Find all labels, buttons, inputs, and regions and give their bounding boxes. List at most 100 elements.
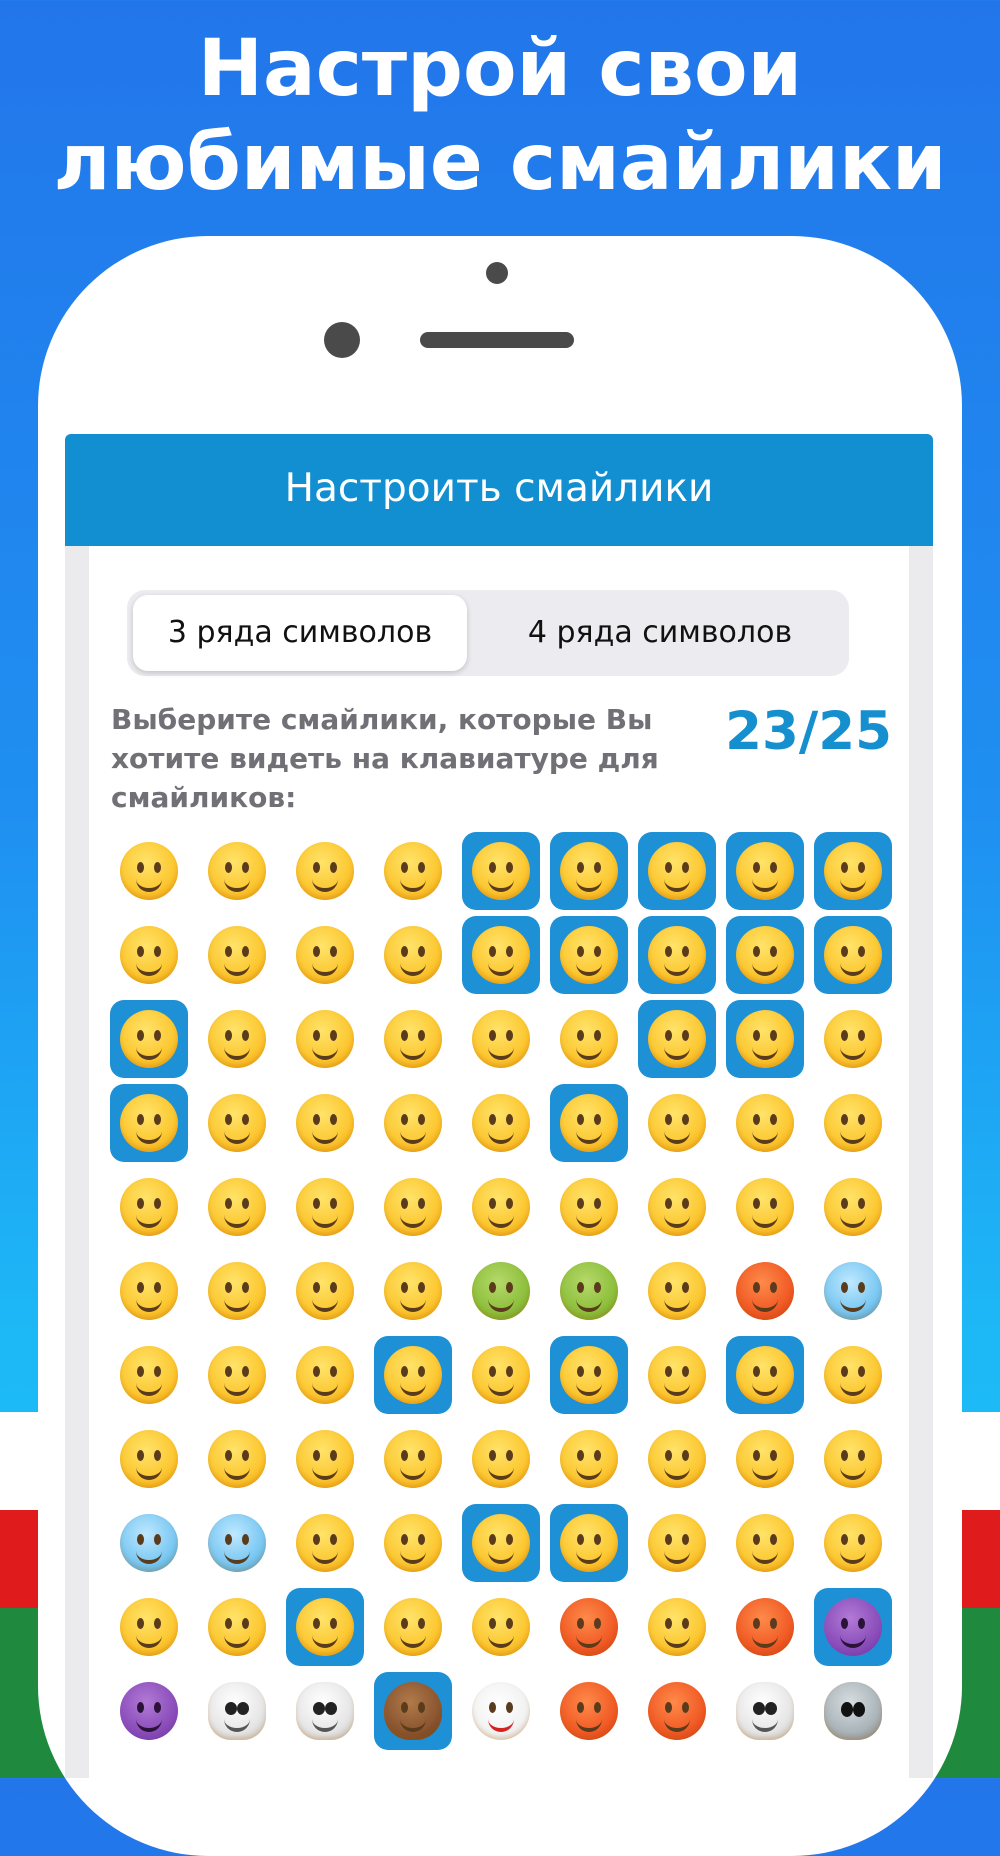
emoji-cell-zipper-mouth-face[interactable] <box>462 1084 540 1162</box>
emoji-cell-persevering-face[interactable] <box>726 1504 804 1582</box>
emoji-cell-face-blowing-kiss[interactable] <box>726 916 804 994</box>
emoji-cell-woozy-face[interactable] <box>110 1336 188 1414</box>
emoji-cell-smirking-face[interactable] <box>110 1168 188 1246</box>
emoji-cell-face-open-mouth[interactable] <box>286 1420 364 1498</box>
emoji-cell-face-thermometer[interactable] <box>286 1252 364 1330</box>
emoji-cell-frowning-face-open-mouth[interactable] <box>726 1420 804 1498</box>
emoji-cell-sneezing-face[interactable] <box>638 1252 716 1330</box>
emoji-cell-grinning-face[interactable] <box>110 832 188 910</box>
emoji-cell-angry-face-horns[interactable] <box>110 1672 188 1750</box>
emoji-cell-nauseated-face[interactable] <box>462 1252 540 1330</box>
emoji-cell-smiling-face-hearts[interactable] <box>462 916 540 994</box>
emoji-cell-slightly-smiling-face[interactable] <box>814 832 892 910</box>
emoji-cell-neutral-face[interactable] <box>638 1084 716 1162</box>
emoji-cell-beaming-face[interactable] <box>374 832 452 910</box>
emoji-cell-goblin[interactable] <box>638 1672 716 1750</box>
emoji-cell-face-monocle[interactable] <box>726 1336 804 1414</box>
emoji-cell-star-struck[interactable] <box>638 916 716 994</box>
emoji-cell-disappointed-face[interactable] <box>814 1504 892 1582</box>
emoji-cell-ogre[interactable] <box>550 1672 628 1750</box>
emoji-cell-slightly-frowning-face[interactable] <box>198 1420 276 1498</box>
emoji-cell-shushing-face[interactable] <box>286 1084 364 1162</box>
emoji-cell-kissing-face[interactable] <box>814 916 892 994</box>
emoji-cell-unamused-face[interactable] <box>198 1168 276 1246</box>
emoji-cell-partying-face[interactable] <box>462 1336 540 1414</box>
emoji-cell-cowboy-hat-face[interactable] <box>374 1336 452 1414</box>
emoji-cell-face-with-tongue[interactable] <box>462 1000 540 1078</box>
emoji-cell-face-screaming-in-fear[interactable] <box>550 1504 628 1582</box>
emoji-cell-pouting-face[interactable] <box>550 1588 628 1666</box>
emoji-cell-thinking-face[interactable] <box>374 1084 452 1162</box>
emoji-cell-face-steam-from-nose[interactable] <box>462 1588 540 1666</box>
emoji-cell-sleeping-face[interactable] <box>110 1252 188 1330</box>
emoji-cell-anxious-face-sweat[interactable] <box>198 1504 276 1582</box>
emoji-cell-grinning-face-sweat[interactable] <box>550 832 628 910</box>
emoji-cell-crying-face[interactable] <box>374 1504 452 1582</box>
emoji-cell-smiling-face-sunglasses[interactable] <box>550 1336 628 1414</box>
emoji-cell-face-raised-eyebrow[interactable] <box>550 1084 628 1162</box>
emoji-cell-confused-face[interactable] <box>814 1336 892 1414</box>
emoji-cell-clown-face[interactable] <box>462 1672 540 1750</box>
emoji-cell-cold-face[interactable] <box>814 1252 892 1330</box>
emoji-cell-skull[interactable] <box>198 1672 276 1750</box>
emoji-cell-relieved-face[interactable] <box>550 1168 628 1246</box>
emoji-cell-pensive-face[interactable] <box>638 1168 716 1246</box>
emoji-cell-face-vomiting[interactable] <box>550 1252 628 1330</box>
emoji-cell-expressionless-face[interactable] <box>726 1084 804 1162</box>
emoji-cell-ghost[interactable] <box>726 1672 804 1750</box>
emoji-cell-money-mouth-face[interactable] <box>814 1000 892 1078</box>
emoji-cell-face-head-bandage[interactable] <box>374 1252 452 1330</box>
emoji-cell-grimacing-face[interactable] <box>374 1168 452 1246</box>
emoji-cell-grinning-face-smiling-eyes[interactable] <box>286 832 364 910</box>
emoji-cell-astonished-face[interactable] <box>462 1420 540 1498</box>
emoji-cell-fearful-face[interactable] <box>110 1504 188 1582</box>
emoji-cell-tired-face[interactable] <box>286 1588 364 1666</box>
emoji-cell-downcast-face-sweat[interactable] <box>110 1588 188 1666</box>
emoji-cell-worried-face[interactable] <box>110 1420 188 1498</box>
emoji-cell-angry-face[interactable] <box>638 1588 716 1666</box>
emoji-cell-smiling-face-halo[interactable] <box>374 916 452 994</box>
emoji-cell-hugging-face[interactable] <box>110 1084 188 1162</box>
emoji-cell-skull-and-crossbones[interactable] <box>286 1672 364 1750</box>
emoji-cell-loudly-crying-face[interactable] <box>462 1504 540 1582</box>
emoji-cell-dizzy-face[interactable] <box>198 1336 276 1414</box>
emoji-cell-zany-face[interactable] <box>638 1000 716 1078</box>
emoji-cell-anguished-face[interactable] <box>814 1420 892 1498</box>
emoji-cell-face-savoring-food[interactable] <box>374 1000 452 1078</box>
emoji-cell-kissing-face-smiling-eyes[interactable] <box>286 1000 364 1078</box>
emoji-cell-face-hand-over-mouth[interactable] <box>198 1084 276 1162</box>
emoji-cell-pleading-face[interactable] <box>638 1420 716 1498</box>
emoji-cell-winking-face[interactable] <box>198 916 276 994</box>
emoji-cell-yawning-face[interactable] <box>374 1588 452 1666</box>
emoji-cell-face-rolling-eyes[interactable] <box>286 1168 364 1246</box>
emoji-cell-face-without-mouth[interactable] <box>814 1084 892 1162</box>
emoji-cell-pile-of-poo[interactable] <box>374 1672 452 1750</box>
emoji-cell-face-medical-mask[interactable] <box>198 1252 276 1330</box>
emoji-cell-hot-face[interactable] <box>726 1252 804 1330</box>
emoji-cell-weary-face[interactable] <box>198 1588 276 1666</box>
emoji-cell-alien[interactable] <box>814 1672 892 1750</box>
emoji-cell-kissing-face-closed-eyes[interactable] <box>198 1000 276 1078</box>
emoji-cell-heart-eyes[interactable] <box>550 916 628 994</box>
emoji-cell-upside-down-face[interactable] <box>110 916 188 994</box>
emoji-cell-winking-face-tongue[interactable] <box>550 1000 628 1078</box>
emoji-cell-face-symbols-on-mouth[interactable] <box>726 1588 804 1666</box>
emoji-cell-sleepy-face[interactable] <box>726 1168 804 1246</box>
emoji-cell-squinting-face-tongue[interactable] <box>726 1000 804 1078</box>
emoji-cell-smiling-face-smiling-eyes[interactable] <box>286 916 364 994</box>
emoji-cell-smiling-face-horns[interactable] <box>814 1588 892 1666</box>
emoji-cell-grinning-squinting-face[interactable] <box>462 832 540 910</box>
segment-4-rows[interactable]: 4 ряда символов <box>475 595 845 671</box>
emoji-cell-lying-face[interactable] <box>462 1168 540 1246</box>
segment-3-rows[interactable]: 3 ряда символов <box>133 595 467 671</box>
emoji-cell-sad-relieved-face[interactable] <box>286 1504 364 1582</box>
emoji-cell-rolling-on-floor-laughing[interactable] <box>638 832 716 910</box>
emoji-cell-grinning-face-big-eyes[interactable] <box>198 832 276 910</box>
emoji-cell-exploding-head[interactable] <box>286 1336 364 1414</box>
emoji-cell-confounded-face[interactable] <box>638 1504 716 1582</box>
emoji-cell-nerd-face[interactable] <box>638 1336 716 1414</box>
emoji-cell-smiling-face[interactable] <box>110 1000 188 1078</box>
emoji-cell-flushed-face[interactable] <box>550 1420 628 1498</box>
emoji-cell-drooling-face[interactable] <box>814 1168 892 1246</box>
emoji-cell-face-tears-of-joy[interactable] <box>726 832 804 910</box>
